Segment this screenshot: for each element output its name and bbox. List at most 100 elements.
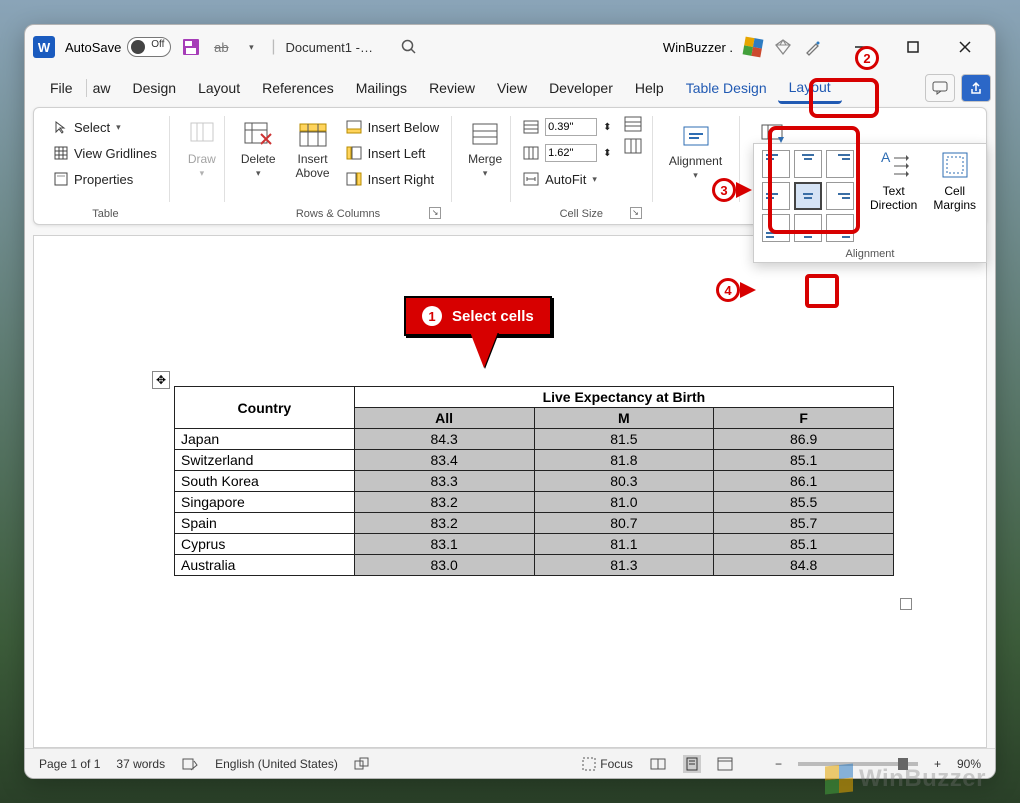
- header-m[interactable]: M: [534, 408, 714, 429]
- tab-review[interactable]: Review: [418, 74, 486, 102]
- group-label-table: Table: [52, 204, 159, 224]
- svg-text:A: A: [881, 150, 891, 165]
- maximize-button[interactable]: [891, 32, 935, 62]
- tab-mailings[interactable]: Mailings: [345, 74, 418, 102]
- header-country[interactable]: Country: [175, 387, 355, 429]
- tab-design[interactable]: Design: [121, 74, 187, 102]
- autofit-button[interactable]: AutoFit▾: [521, 168, 613, 190]
- tab-draw-partial[interactable]: aw: [89, 74, 122, 102]
- group-label-cellsize: Cell Size: [560, 208, 603, 220]
- insert-right-button[interactable]: Insert Right: [344, 168, 442, 190]
- group-cell-size: ⬍ ⬍ AutoFit▾ Cell Size ↘: [511, 114, 651, 224]
- table-row[interactable]: Spain83.280.785.7: [175, 513, 894, 534]
- tab-table-layout[interactable]: Layout: [778, 73, 842, 104]
- data-table[interactable]: Country Live Expectancy at Birth All M F…: [174, 386, 894, 576]
- align-top-right[interactable]: [826, 150, 854, 178]
- callout-step1: 1Select cells: [404, 296, 552, 336]
- table-move-handle[interactable]: ✥: [152, 371, 170, 389]
- table-row[interactable]: Cyprus83.181.185.1: [175, 534, 894, 555]
- zoom-out-icon[interactable]: −: [775, 757, 782, 771]
- document-area[interactable]: ✥ Country Live Expectancy at Birth All M…: [33, 235, 987, 748]
- undo-dropdown-icon[interactable]: ▾: [241, 37, 261, 57]
- group-rows-columns: Delete▾ Insert Above Insert Below Insert…: [225, 114, 451, 224]
- group-alignment: Alignment▾: [653, 114, 739, 224]
- tab-developer[interactable]: Developer: [538, 74, 624, 102]
- header-f[interactable]: F: [714, 408, 894, 429]
- text-direction-button[interactable]: A Text Direction: [860, 150, 917, 212]
- step-number-4: 4: [716, 278, 740, 302]
- share-icon[interactable]: [961, 74, 991, 102]
- cell-margins-button[interactable]: Cell Margins: [923, 150, 976, 212]
- alignment-button[interactable]: Alignment▾: [663, 116, 729, 183]
- tab-table-design[interactable]: Table Design: [675, 74, 778, 102]
- table-row[interactable]: South Korea83.380.386.1: [175, 471, 894, 492]
- tab-references[interactable]: References: [251, 74, 345, 102]
- comments-icon[interactable]: [925, 74, 955, 102]
- group-draw: Draw▾: [170, 114, 224, 224]
- brush-icon[interactable]: [803, 37, 823, 57]
- tab-help[interactable]: Help: [624, 74, 675, 102]
- print-layout-icon[interactable]: [683, 755, 701, 773]
- group-table: Select▾ View Gridlines Properties Table: [42, 114, 169, 224]
- table-row[interactable]: Singapore83.281.085.5: [175, 492, 894, 513]
- status-words[interactable]: 37 words: [116, 757, 165, 771]
- insert-left-button[interactable]: Insert Left: [344, 142, 442, 164]
- account-name[interactable]: WinBuzzer .: [663, 40, 733, 55]
- align-bottom-left[interactable]: [762, 214, 790, 242]
- focus-button[interactable]: Focus: [582, 757, 633, 771]
- row-height-input[interactable]: [545, 118, 597, 136]
- word-window: W AutoSave Off ab ▾ | Document1 -… WinBu…: [24, 24, 996, 779]
- step-number-2: 2: [855, 46, 879, 70]
- align-bottom-center[interactable]: [794, 214, 822, 242]
- merge-button[interactable]: Merge▾: [462, 116, 508, 181]
- col-width-input[interactable]: [545, 144, 597, 162]
- word-app-icon: W: [33, 36, 55, 58]
- close-button[interactable]: [943, 32, 987, 62]
- accessibility-icon[interactable]: [354, 757, 370, 771]
- distribute-rows-icon[interactable]: ⬍: [521, 116, 613, 138]
- insert-below-button[interactable]: Insert Below: [344, 116, 442, 138]
- cube-icon[interactable]: [743, 37, 763, 57]
- tab-layout-page[interactable]: Layout: [187, 74, 251, 102]
- align-center-center[interactable]: [794, 182, 822, 210]
- table-row[interactable]: Switzerland83.481.885.1: [175, 450, 894, 471]
- save-icon[interactable]: [181, 37, 201, 57]
- spellcheck-icon[interactable]: [181, 757, 199, 771]
- arrow-step3: [736, 182, 752, 198]
- diamond-icon[interactable]: [773, 37, 793, 57]
- dialog-launcher-icon[interactable]: ↘: [429, 207, 441, 219]
- tab-file[interactable]: File: [39, 74, 84, 102]
- table-resize-handle[interactable]: [900, 598, 912, 610]
- strikethrough-icon[interactable]: ab: [211, 37, 231, 57]
- status-page[interactable]: Page 1 of 1: [39, 757, 100, 771]
- delete-button[interactable]: Delete▾: [235, 116, 282, 181]
- table-row[interactable]: Japan84.381.586.9: [175, 429, 894, 450]
- autosave-toggle[interactable]: Off: [127, 37, 171, 57]
- align-top-left[interactable]: [762, 150, 790, 178]
- dialog-launcher-icon[interactable]: ↘: [630, 207, 642, 219]
- align-bottom-right[interactable]: [826, 214, 854, 242]
- document-title: Document1 -…: [286, 40, 373, 55]
- tab-view[interactable]: View: [486, 74, 538, 102]
- view-gridlines-button[interactable]: View Gridlines: [52, 142, 159, 164]
- group-merge: Merge▾: [452, 114, 510, 224]
- status-language[interactable]: English (United States): [215, 757, 338, 771]
- distribute-cols-icon[interactable]: ⬍: [521, 142, 613, 164]
- align-center-left[interactable]: [762, 182, 790, 210]
- web-layout-icon[interactable]: [717, 757, 733, 771]
- align-center-right[interactable]: [826, 182, 854, 210]
- select-button[interactable]: Select▾: [52, 116, 159, 138]
- dist-cols-button[interactable]: [624, 138, 642, 154]
- table-row[interactable]: Australia83.081.384.8: [175, 555, 894, 576]
- align-top-center[interactable]: [794, 150, 822, 178]
- ribbon-tabs: File aw Design Layout References Mailing…: [25, 69, 995, 107]
- read-mode-icon[interactable]: [649, 757, 667, 771]
- search-icon[interactable]: [399, 37, 419, 57]
- insert-above-button[interactable]: Insert Above: [290, 116, 336, 182]
- dist-rows-button[interactable]: [624, 116, 642, 132]
- step-number-3: 3: [712, 178, 736, 202]
- header-span[interactable]: Live Expectancy at Birth: [354, 387, 893, 408]
- header-all[interactable]: All: [354, 408, 534, 429]
- properties-button[interactable]: Properties: [52, 168, 159, 190]
- group-label-rowscols: Rows & Columns: [296, 208, 380, 220]
